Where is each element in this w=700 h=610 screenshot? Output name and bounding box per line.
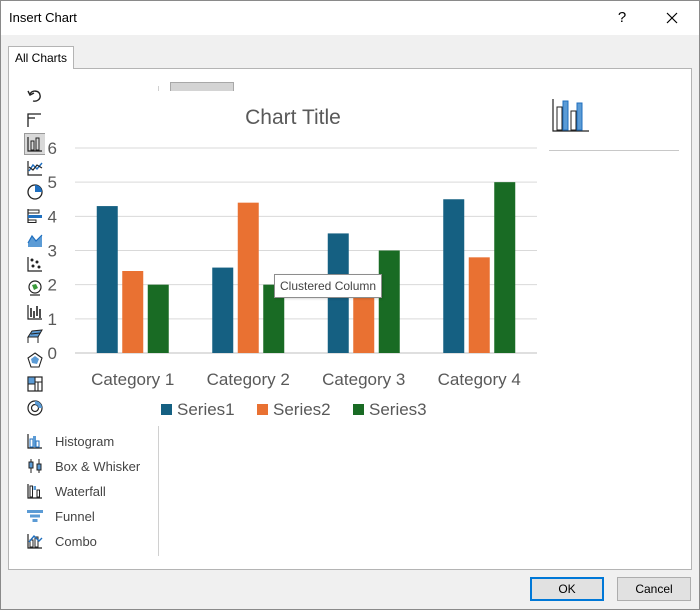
bar-chart-icon bbox=[25, 206, 45, 226]
treemap-chart-icon bbox=[25, 374, 45, 394]
bar-series2-4 bbox=[468, 257, 490, 353]
bar-series2-3 bbox=[353, 291, 375, 353]
chart-preview-svg: Chart Title 0 1 2 3 4 5 6 Category 1 Category 2… bbox=[48, 106, 537, 419]
insert-chart-dialog: Insert Chart ? All Charts Histogram Box … bbox=[0, 0, 700, 610]
ok-button[interactable]: OK bbox=[530, 577, 604, 601]
stock-chart-icon bbox=[25, 302, 45, 322]
sidebar-item-funnel[interactable]: Funnel bbox=[25, 505, 95, 527]
x-tick-label: Category 4 bbox=[438, 370, 521, 389]
y-tick-label: 3 bbox=[48, 242, 57, 261]
y-tick-label: 4 bbox=[48, 207, 57, 226]
x-tick-label: Category 1 bbox=[91, 370, 174, 389]
sidebar-item-waterfall[interactable]: Waterfall bbox=[25, 480, 106, 502]
surface-chart-icon bbox=[25, 326, 45, 346]
y-tick-label: 0 bbox=[48, 344, 57, 363]
bar-series1-4 bbox=[443, 199, 465, 353]
sidebar-item-label: Box & Whisker bbox=[55, 458, 141, 474]
bar-series1-1 bbox=[96, 206, 118, 353]
chart-title: Chart Title bbox=[245, 106, 341, 129]
sidebar-item-combo[interactable]: Combo bbox=[25, 530, 97, 552]
chart-preview: Chart Title 0 1 2 3 4 5 6 Category 1 Category 2… bbox=[45, 91, 545, 426]
sidebar-item-label: Combo bbox=[55, 533, 97, 549]
bar-series3-1 bbox=[147, 284, 169, 353]
x-tick-label: Category 2 bbox=[207, 370, 290, 389]
scatter-chart-icon bbox=[25, 254, 45, 274]
title-bar: Insert Chart ? bbox=[1, 1, 699, 35]
line-chart-icon bbox=[25, 158, 45, 178]
sidebar-item-label: Waterfall bbox=[55, 483, 106, 499]
funnel-chart-icon bbox=[25, 506, 45, 526]
radar-chart-icon bbox=[25, 350, 45, 370]
waterfall-chart-icon bbox=[25, 481, 45, 501]
column-chart-icon bbox=[24, 133, 46, 155]
x-tick-label: Category 3 bbox=[322, 370, 405, 389]
bar-series2-2 bbox=[237, 202, 259, 353]
map-chart-icon bbox=[25, 278, 45, 298]
y-tick-label: 1 bbox=[48, 310, 57, 329]
legend-label: Series1 bbox=[177, 400, 235, 419]
cancel-button[interactable]: Cancel bbox=[617, 577, 691, 601]
help-button[interactable]: ? bbox=[605, 5, 639, 31]
undo-icon bbox=[25, 86, 45, 106]
y-tick-label: 5 bbox=[48, 173, 57, 192]
legend-swatch bbox=[161, 404, 172, 415]
combo-chart-icon bbox=[25, 531, 45, 551]
y-tick-label: 2 bbox=[48, 276, 57, 295]
legend-label: Series2 bbox=[273, 400, 331, 419]
area-chart-icon bbox=[25, 230, 45, 250]
sidebar-item-histogram[interactable]: Histogram bbox=[25, 430, 114, 452]
close-button[interactable] bbox=[655, 5, 689, 31]
window-title: Insert Chart bbox=[9, 10, 77, 25]
chart-type-tooltip: Clustered Column bbox=[274, 274, 383, 298]
pie-chart-icon bbox=[25, 182, 45, 202]
legend-swatch bbox=[353, 404, 364, 415]
sidebar-item-label: Funnel bbox=[55, 508, 95, 524]
box-whisker-chart-icon bbox=[25, 456, 45, 476]
legend-swatch bbox=[257, 404, 268, 415]
sidebar-item-box-whisker[interactable]: Box & Whisker bbox=[25, 455, 140, 477]
histogram-chart-icon bbox=[25, 431, 45, 451]
preview-separator bbox=[549, 150, 679, 151]
bar-series1-2 bbox=[212, 267, 234, 353]
close-icon bbox=[666, 12, 678, 24]
clustered-column-preview-icon[interactable] bbox=[551, 95, 591, 135]
bar-series3-4 bbox=[494, 182, 516, 353]
template-icon bbox=[25, 110, 45, 130]
sidebar-item-label: Histogram bbox=[55, 433, 115, 449]
bar-series3-3 bbox=[378, 250, 400, 353]
sunburst-chart-icon bbox=[25, 398, 45, 418]
y-tick-label: 6 bbox=[48, 139, 57, 158]
legend-label: Series3 bbox=[369, 400, 427, 419]
tab-all-charts[interactable]: All Charts bbox=[8, 46, 75, 69]
bar-series2-1 bbox=[122, 271, 144, 353]
